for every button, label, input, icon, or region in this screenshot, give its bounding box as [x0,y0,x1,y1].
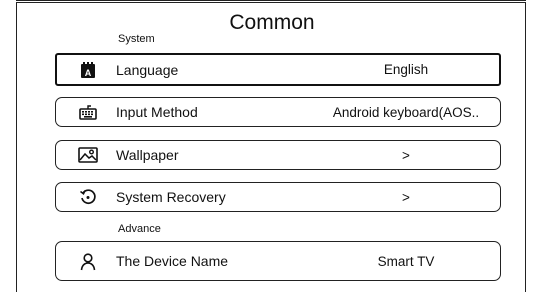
settings-row-label: Wallpaper [116,147,179,163]
settings-row-language[interactable]: A Language English [55,53,501,86]
page-title: Common [229,11,315,34]
section-label-system: System [118,33,155,45]
user-icon [78,253,98,271]
settings-row-label: The Device Name [116,253,229,269]
settings-row-label: System Recovery [116,189,226,205]
language-icon: A [78,61,98,79]
recovery-icon [78,188,98,206]
settings-row-label: Language [116,61,179,78]
settings-row-device-name[interactable]: The Device Name Smart TV [55,241,501,281]
section-label-advance: Advance [118,223,161,235]
svg-text:A: A [85,68,92,78]
keyboard-icon [78,103,98,121]
settings-row-value: Smart TV [377,254,435,269]
settings-row-input-method[interactable]: Input Method Android keyboard(AOS.. [55,97,501,127]
settings-row-system-recovery[interactable]: System Recovery > [55,182,501,212]
chevron-right-icon: > [402,147,410,163]
settings-row-wallpaper[interactable]: Wallpaper > [55,140,501,170]
settings-row-label: Input Method [116,104,198,120]
settings-row-value: Android keyboard(AOS.. [332,104,480,120]
wallpaper-icon [78,146,98,164]
top-border-line [16,0,526,1]
settings-row-value: English [383,62,429,77]
chevron-right-icon: > [402,189,410,205]
